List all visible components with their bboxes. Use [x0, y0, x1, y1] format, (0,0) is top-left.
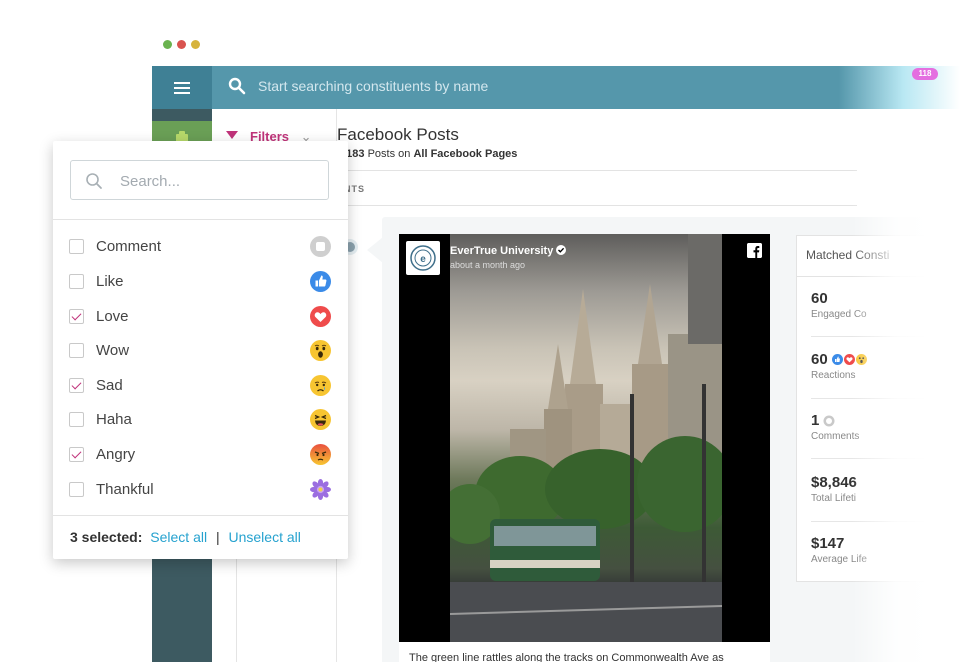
checkbox-love[interactable] — [69, 308, 84, 324]
select-all-link[interactable]: Select all — [150, 529, 207, 545]
search-icon — [86, 173, 102, 189]
page-scope[interactable]: All Facebook Pages — [413, 148, 517, 160]
checkbox-thankful[interactable] — [69, 481, 84, 497]
facebook-glyph — [747, 243, 762, 258]
angry-icon — [309, 443, 331, 465]
option-sad[interactable]: Sad — [69, 372, 331, 398]
divider — [337, 170, 857, 171]
subtitle-text: Posts on — [367, 148, 411, 160]
option-thankful[interactable]: Thankful — [69, 476, 331, 502]
option-label: Thankful — [96, 480, 154, 498]
post-timestamp: about a month ago — [450, 260, 526, 270]
option-angry[interactable]: Angry — [69, 441, 331, 467]
option-love[interactable]: Love — [69, 303, 331, 329]
option-wow[interactable]: Wow — [69, 337, 331, 363]
post-caption: The green line rattles along the tracks … — [399, 642, 770, 662]
notification-badge[interactable]: 118 — [912, 68, 938, 80]
dropdown-footer: 3 selected: Select all | Unselect all — [70, 529, 301, 545]
svg-text:e: e — [420, 254, 426, 265]
page-subtitle: 2,183 Posts on All Facebook Pages — [337, 148, 517, 160]
facebook-post-card[interactable]: e EverTrue University about a month ago … — [399, 234, 770, 662]
option-label: Angry — [96, 445, 136, 463]
verified-check-icon — [556, 245, 567, 255]
window-dot-yellow[interactable] — [191, 40, 200, 49]
thankful-icon — [309, 478, 331, 500]
comment-icon — [309, 235, 331, 257]
option-label: Wow — [96, 341, 130, 359]
timeline-pointer — [367, 237, 383, 263]
stat-value: 1 — [811, 412, 820, 429]
university-seal-icon: e — [410, 245, 436, 271]
window-dot-green[interactable] — [163, 40, 172, 49]
option-label: Love — [96, 307, 129, 325]
option-label: Comment — [96, 237, 162, 255]
like-icon — [309, 270, 331, 292]
post-author[interactable]: EverTrue University — [450, 245, 553, 257]
divider — [53, 219, 348, 220]
haha-icon — [309, 408, 331, 430]
hamburger-icon — [174, 81, 190, 94]
like-icon — [831, 354, 843, 365]
facebook-icon[interactable] — [747, 243, 762, 258]
love-icon — [309, 305, 331, 327]
top-bar: Start searching constituents by name 118 — [152, 66, 960, 109]
filter-triangle-icon — [226, 131, 238, 139]
post-author-row[interactable]: EverTrue University — [450, 245, 567, 257]
reaction-filter-dropdown: Comment Like Love Wow Sad Haha — [53, 141, 348, 559]
checkbox-wow[interactable] — [69, 342, 84, 358]
post-photo — [450, 234, 722, 642]
option-label: Haha — [96, 410, 132, 428]
option-label: Sad — [96, 376, 123, 394]
checkbox-sad[interactable] — [69, 377, 84, 393]
stat-value: 60 — [811, 351, 828, 368]
window-controls — [163, 40, 200, 49]
checkbox-comment[interactable] — [69, 238, 84, 254]
window-dot-red[interactable] — [177, 40, 186, 49]
link-separator: | — [215, 529, 220, 545]
checkbox-haha[interactable] — [69, 411, 84, 427]
comment-icon — [823, 415, 835, 426]
option-haha[interactable]: Haha — [69, 406, 331, 432]
page-title: Facebook Posts — [337, 125, 459, 144]
option-like[interactable]: Like — [69, 268, 331, 294]
sad-icon — [309, 374, 331, 396]
option-comment[interactable]: Comment — [69, 233, 331, 259]
search-icon — [228, 77, 246, 95]
checkbox-like[interactable] — [69, 273, 84, 289]
campus-photo-illustration — [450, 234, 722, 642]
reaction-search-input[interactable] — [118, 170, 312, 192]
stat-value: $147 — [811, 535, 845, 552]
constituent-search-input[interactable]: Start searching constituents by name — [258, 78, 488, 94]
dropdown-search-box[interactable] — [70, 160, 329, 200]
divider — [53, 515, 348, 516]
hamburger-menu-button[interactable] — [152, 66, 212, 109]
option-label: Like — [96, 272, 124, 290]
author-avatar[interactable]: e — [406, 241, 440, 275]
stat-value: 60 — [811, 290, 828, 307]
right-fade-overlay — [852, 109, 960, 662]
divider — [337, 205, 857, 206]
wow-icon — [309, 339, 331, 361]
checkbox-angry[interactable] — [69, 446, 84, 462]
unselect-all-link[interactable]: Unselect all — [229, 529, 301, 545]
stat-value: $8,846 — [811, 474, 857, 491]
selected-count: 3 selected: — [70, 529, 143, 545]
